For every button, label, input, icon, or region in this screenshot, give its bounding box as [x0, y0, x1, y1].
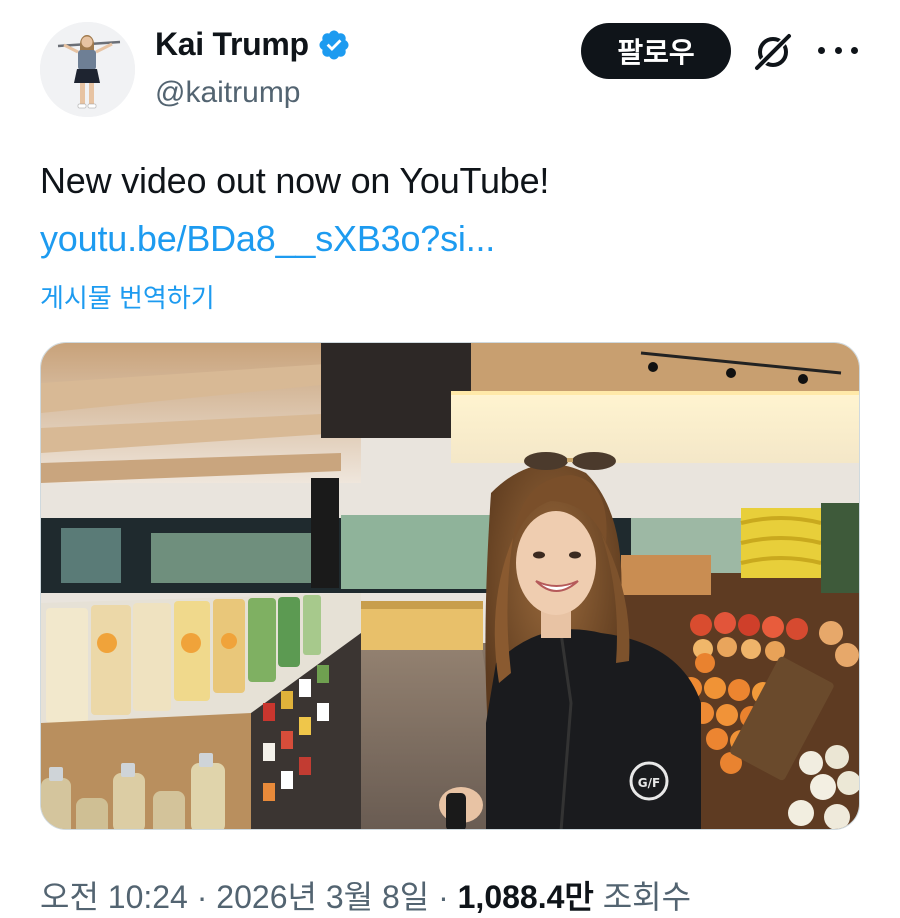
thumbnail-image: G/F — [41, 343, 859, 829]
verified-badge-icon — [319, 29, 349, 60]
separator: · — [187, 879, 217, 915]
youtube-link[interactable]: youtu.be/BDa8__sXB3o?si... — [40, 218, 495, 260]
follow-button[interactable]: 팔로우 — [581, 23, 731, 79]
translate-post-link[interactable]: 게시물 번역하기 — [40, 278, 215, 315]
tweet-text: New video out now on YouTube! — [40, 160, 550, 201]
handle[interactable]: @kaitrump — [155, 76, 301, 110]
avatar[interactable] — [40, 22, 135, 117]
tweet-meta: 오전 10:24 · 2026년 3월 8일 · 1,088.4만 조회수 — [40, 872, 691, 918]
display-name[interactable]: Kai Trump — [155, 26, 309, 63]
grok-icon[interactable] — [751, 30, 795, 74]
more-icon[interactable] — [818, 40, 858, 60]
jacket-logo: G/F — [638, 776, 660, 790]
dot-icon — [851, 46, 858, 54]
view-count: 1,088.4만 — [457, 879, 594, 915]
dot-icon — [834, 46, 842, 54]
tweet-time[interactable]: 오전 10:24 — [40, 879, 188, 915]
view-count-label: 조회수 — [593, 879, 692, 915]
separator: · — [429, 879, 458, 915]
tweet-date[interactable]: 2026년 3월 8일 — [216, 879, 429, 915]
avatar-golfer-photo — [40, 22, 135, 117]
author-name-row[interactable]: Kai Trump — [155, 26, 351, 63]
dot-icon — [818, 46, 825, 54]
video-thumbnail[interactable]: G/F — [40, 342, 860, 830]
